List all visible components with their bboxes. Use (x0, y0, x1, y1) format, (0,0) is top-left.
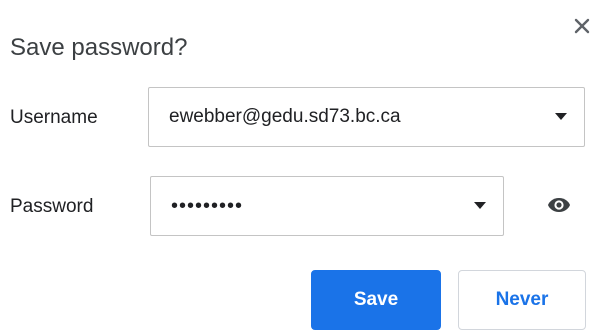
close-icon (574, 18, 590, 34)
dialog-title: Save password? (10, 34, 188, 61)
close-button[interactable] (568, 12, 596, 40)
username-label: Username (10, 107, 98, 128)
show-password-button[interactable] (546, 194, 572, 216)
password-select[interactable]: ••••••••• (150, 176, 504, 236)
password-value: ••••••••• (171, 195, 244, 217)
password-label: Password (10, 196, 94, 217)
username-select[interactable]: ewebber@gedu.sd73.bc.ca (148, 87, 585, 147)
never-button[interactable]: Never (458, 270, 586, 330)
save-button[interactable]: Save (311, 270, 441, 330)
chevron-down-icon (555, 113, 567, 120)
eye-icon (548, 198, 570, 212)
username-value: ewebber@gedu.sd73.bc.ca (169, 106, 401, 127)
chevron-down-icon (474, 202, 486, 209)
save-password-dialog: Save password? Username ewebber@gedu.sd7… (0, 0, 599, 330)
